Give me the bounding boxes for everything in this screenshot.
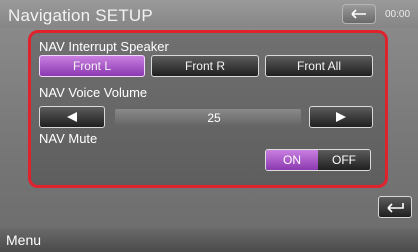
menu-button[interactable]: Menu [6,232,41,248]
nav-mute-label: NAV Mute [39,131,98,146]
return-icon [387,203,404,213]
left-arrow-icon [67,112,77,122]
volume-up-button[interactable] [309,106,373,128]
header-back-button[interactable] [342,4,376,24]
volume-down-button[interactable] [39,106,105,128]
mute-on-option[interactable]: ON [266,150,318,170]
front-all-button[interactable]: Front All [265,55,373,77]
return-button[interactable] [378,196,412,218]
interrupt-speaker-label: NAV Interrupt Speaker [39,39,169,54]
back-arrow-icon [351,9,366,19]
front-r-button[interactable]: Front R [151,55,259,77]
voice-volume-label: NAV Voice Volume [39,85,148,100]
header-bar: Navigation SETUP 00:00 [0,0,418,28]
clock-display: 00:00 [385,9,411,20]
mute-off-option[interactable]: OFF [318,150,370,170]
nav-mute-toggle[interactable]: ON OFF [265,149,371,171]
right-arrow-icon [336,112,346,122]
front-l-button[interactable]: Front L [39,55,145,77]
bottom-bar [0,228,418,252]
navigation-setup-screen: Navigation SETUP 00:00 NAV Interrupt Spe… [0,0,418,252]
page-title: Navigation SETUP [8,6,153,25]
volume-value: 25 [207,111,221,125]
nav-settings-panel: NAV Interrupt Speaker Front L Front R Fr… [28,30,388,188]
